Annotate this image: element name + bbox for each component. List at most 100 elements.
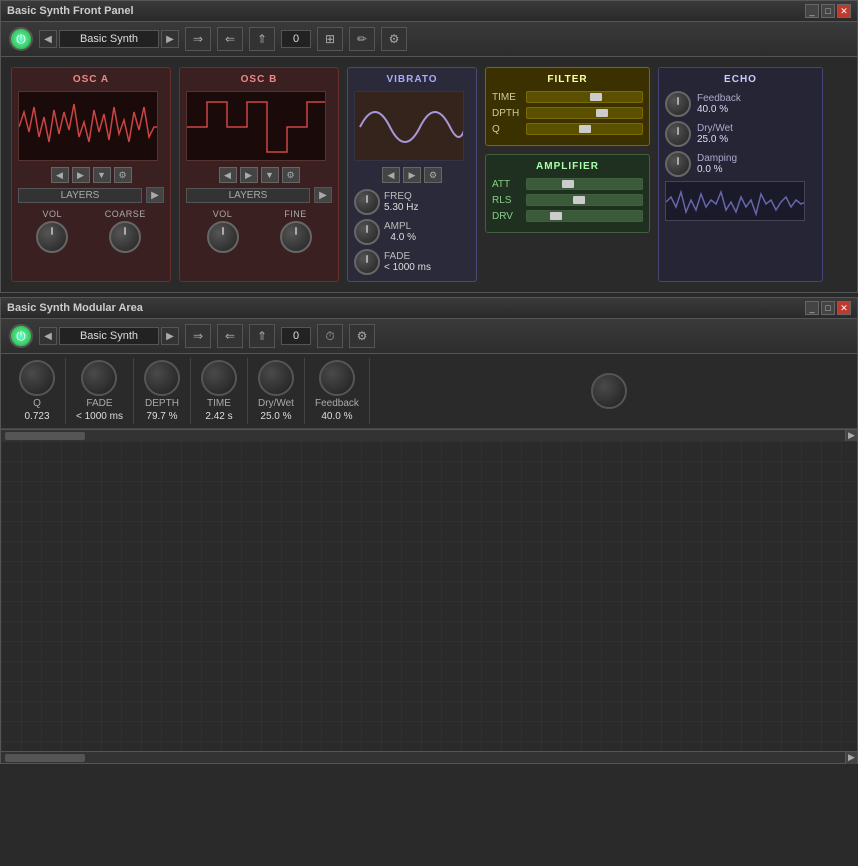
modular-scroll-top[interactable]: ▶: [1, 429, 857, 441]
amp-drv-row: DRV: [492, 210, 643, 222]
kb-q-knob[interactable]: [19, 360, 55, 396]
osc-b-layers-button[interactable]: ▶: [314, 187, 332, 203]
kb-drywet-label: Dry/Wet: [258, 398, 294, 409]
filter-time-track[interactable]: [526, 91, 643, 103]
vibrato-freq-knob[interactable]: [354, 189, 380, 215]
filter-q-label: Q: [492, 124, 522, 135]
kb-depth-item: DEPTH 79.7 %: [134, 358, 191, 424]
osc-b-down-button[interactable]: ▼: [261, 167, 279, 183]
echo-damping-row: Damping 0.0 %: [665, 151, 816, 177]
modular-scroll-thumb-top[interactable]: [5, 432, 85, 440]
modular-scroll-bottom[interactable]: ▶: [1, 751, 857, 763]
filter-time-thumb[interactable]: [590, 93, 602, 101]
front-panel-titlebar: Basic Synth Front Panel _ □ ✕: [1, 1, 857, 22]
close-button[interactable]: ✕: [837, 4, 851, 18]
load-button[interactable]: ⇐: [217, 27, 243, 51]
osc-b-prev-button[interactable]: ◀: [219, 167, 237, 183]
modular-export-button[interactable]: ⇑: [249, 324, 275, 348]
osc-a-vol-knob[interactable]: [36, 221, 68, 253]
modular-restore-button[interactable]: □: [821, 301, 835, 315]
save-button[interactable]: ⇒: [185, 27, 211, 51]
echo-damping-knob[interactable]: [665, 151, 691, 177]
modular-preset-prev-button[interactable]: ◀: [39, 327, 57, 345]
echo-drywet-row: Dry/Wet 25.0 %: [665, 121, 816, 147]
filter-q-track[interactable]: [526, 123, 643, 135]
amp-rls-track[interactable]: [526, 194, 643, 206]
osc-b-fine-label: FINE: [284, 209, 307, 219]
echo-damping-value: 0.0 %: [697, 164, 737, 175]
modular-load-button[interactable]: ⇐: [217, 324, 243, 348]
osc-a-next-button[interactable]: ▶: [72, 167, 90, 183]
echo-drywet-knob[interactable]: [665, 121, 691, 147]
amp-drv-thumb[interactable]: [550, 212, 562, 220]
modular-preset-name: Basic Synth: [59, 327, 159, 345]
modular-canvas: → Event Input 1 → Poly Synth ↔ Amp. D: [1, 441, 857, 751]
osc-b-vol-knob[interactable]: [207, 221, 239, 253]
kb-extra-knob[interactable]: [591, 373, 627, 409]
osc-b-vol-container: VOL: [207, 209, 239, 253]
modular-save-button[interactable]: ⇒: [185, 324, 211, 348]
edit-button[interactable]: ✏: [349, 27, 375, 51]
osc-a-prev-button[interactable]: ◀: [51, 167, 69, 183]
kb-q-label: Q: [33, 398, 41, 409]
osc-a-down-button[interactable]: ▼: [93, 167, 111, 183]
power-button[interactable]: [9, 27, 33, 51]
kb-knob-extra: [370, 371, 849, 411]
preset-next-button[interactable]: ▶: [161, 30, 179, 48]
filter-time-row: TIME: [492, 91, 643, 103]
osc-a-coarse-knob[interactable]: [109, 221, 141, 253]
kb-feedback-knob[interactable]: [319, 360, 355, 396]
settings-button[interactable]: ⚙: [381, 27, 407, 51]
echo-feedback-knob[interactable]: [665, 91, 691, 117]
scroll-right-bottom-button[interactable]: ▶: [845, 752, 857, 764]
filter-dpth-thumb[interactable]: [596, 109, 608, 117]
osc-a-knobs: VOL COARSE: [18, 209, 164, 253]
vibrato-prev-button[interactable]: ◀: [382, 167, 400, 183]
osc-b-next-button[interactable]: ▶: [240, 167, 258, 183]
scroll-right-button[interactable]: ▶: [845, 430, 857, 442]
osc-a-title: OSC A: [18, 74, 164, 85]
modular-window-controls: _ □ ✕: [805, 301, 851, 315]
amp-att-label: ATT: [492, 179, 522, 190]
amp-att-thumb[interactable]: [562, 180, 574, 188]
kb-depth-knob[interactable]: [144, 360, 180, 396]
osc-b-settings-button[interactable]: ⚙: [282, 167, 300, 183]
vibrato-next-button[interactable]: ▶: [403, 167, 421, 183]
minimize-button[interactable]: _: [805, 4, 819, 18]
kb-time-knob[interactable]: [201, 360, 237, 396]
filter-q-row: Q: [492, 123, 643, 135]
amp-rls-thumb[interactable]: [573, 196, 585, 204]
osc-a-layers-button[interactable]: ▶: [146, 187, 164, 203]
filter-q-thumb[interactable]: [579, 125, 591, 133]
osc-a-waveform: [18, 91, 158, 161]
preset-prev-button[interactable]: ◀: [39, 30, 57, 48]
vibrato-settings-button[interactable]: ⚙: [424, 167, 442, 183]
kb-depth-label: DEPTH: [145, 398, 179, 409]
osc-a-settings-button[interactable]: ⚙: [114, 167, 132, 183]
modular-scroll-thumb-bottom[interactable]: [5, 754, 85, 762]
vibrato-ampl-knob[interactable]: [354, 219, 380, 245]
vibrato-ampl-value: 4.0 %: [384, 232, 416, 243]
echo-drywet-knob-wrap: [665, 121, 691, 147]
osc-b-waveform-svg: [187, 92, 326, 161]
export-button[interactable]: ⇑: [249, 27, 275, 51]
echo-title: ECHO: [665, 74, 816, 85]
filter-dpth-track[interactable]: [526, 107, 643, 119]
arrange-button[interactable]: ⊞: [317, 27, 343, 51]
kb-drywet-knob[interactable]: [258, 360, 294, 396]
modular-clock-button[interactable]: ⏱: [317, 324, 343, 348]
modular-settings-button[interactable]: ⚙: [349, 324, 375, 348]
restore-button[interactable]: □: [821, 4, 835, 18]
amp-att-track[interactable]: [526, 178, 643, 190]
modular-minimize-button[interactable]: _: [805, 301, 819, 315]
front-panel-window-controls: _ □ ✕: [805, 4, 851, 18]
modular-preset-next-button[interactable]: ▶: [161, 327, 179, 345]
osc-b-fine-knob[interactable]: [280, 221, 312, 253]
amp-drv-track[interactable]: [526, 210, 643, 222]
echo-drywet-value: 25.0 %: [697, 134, 733, 145]
modular-close-button[interactable]: ✕: [837, 301, 851, 315]
kb-fade-knob[interactable]: [81, 360, 117, 396]
modular-preset-number: 0: [281, 327, 311, 345]
modular-power-button[interactable]: [9, 324, 33, 348]
vibrato-fade-knob[interactable]: [354, 249, 380, 275]
